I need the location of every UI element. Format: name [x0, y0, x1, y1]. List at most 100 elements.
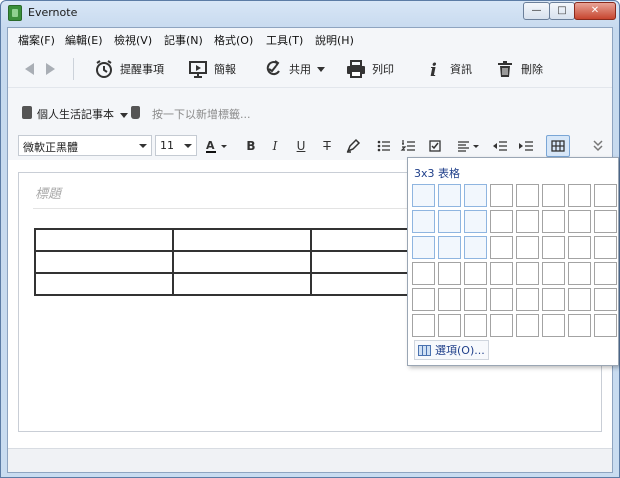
- table-size-cell[interactable]: [542, 288, 565, 311]
- table-size-cell[interactable]: [438, 314, 461, 337]
- table-cell[interactable]: [172, 250, 312, 274]
- table-size-cell[interactable]: [568, 288, 591, 311]
- table-size-cell[interactable]: [594, 210, 617, 233]
- table-cell[interactable]: [34, 272, 174, 296]
- table-size-cell[interactable]: [438, 236, 461, 259]
- printer-icon: [346, 59, 366, 79]
- table-size-cell[interactable]: [516, 262, 539, 285]
- table-size-cell[interactable]: [542, 210, 565, 233]
- strikethrough-button[interactable]: T: [318, 137, 336, 155]
- table-size-cell[interactable]: [464, 314, 487, 337]
- share-button[interactable]: 共用: [263, 58, 325, 80]
- table-size-cell[interactable]: [594, 236, 617, 259]
- table-cell[interactable]: [172, 272, 312, 296]
- menu-note[interactable]: 記事(N): [164, 32, 203, 48]
- font-size-select[interactable]: 11: [155, 135, 197, 156]
- table-size-cell[interactable]: [594, 184, 617, 207]
- numbered-list-button[interactable]: [400, 137, 418, 155]
- table-cell[interactable]: [34, 250, 174, 274]
- font-color-button[interactable]: A: [204, 137, 230, 155]
- table-cell[interactable]: [34, 228, 174, 252]
- table-size-cell[interactable]: [412, 210, 435, 233]
- table-size-cell[interactable]: [516, 288, 539, 311]
- numbered-list-icon: [400, 140, 415, 151]
- align-button[interactable]: [455, 137, 483, 155]
- table-size-cell[interactable]: [542, 184, 565, 207]
- table-size-cell[interactable]: [568, 184, 591, 207]
- present-button[interactable]: 簡報: [188, 58, 236, 80]
- maximize-button[interactable]: □: [549, 2, 575, 20]
- table-size-cell[interactable]: [412, 288, 435, 311]
- table-size-cell[interactable]: [464, 184, 487, 207]
- table-size-cell[interactable]: [542, 262, 565, 285]
- table-size-cell[interactable]: [594, 314, 617, 337]
- table-size-cell[interactable]: [594, 262, 617, 285]
- info-button[interactable]: i 資訊: [424, 58, 472, 81]
- reminder-label: 提醒事項: [120, 63, 164, 76]
- menu-file[interactable]: 檔案(F): [18, 32, 55, 48]
- table-size-cell[interactable]: [438, 288, 461, 311]
- table-size-cell[interactable]: [464, 210, 487, 233]
- italic-button[interactable]: I: [266, 137, 284, 155]
- font-family-select[interactable]: 微軟正黑體: [18, 135, 152, 156]
- menu-edit[interactable]: 編輯(E): [65, 32, 103, 48]
- menu-view[interactable]: 檢視(V): [114, 32, 152, 48]
- more-format-button[interactable]: [589, 137, 607, 155]
- table-size-cell[interactable]: [490, 184, 513, 207]
- table-size-cell[interactable]: [542, 236, 565, 259]
- checkbox-button[interactable]: [426, 137, 444, 155]
- bold-button[interactable]: B: [242, 137, 260, 155]
- highlight-button[interactable]: [344, 137, 362, 155]
- back-arrow-icon[interactable]: [25, 63, 34, 75]
- table-size-cell[interactable]: [412, 184, 435, 207]
- menu-tools[interactable]: 工具(T): [266, 32, 303, 48]
- checkbox-icon: [429, 140, 441, 152]
- table-size-cell[interactable]: [568, 210, 591, 233]
- table-size-cell[interactable]: [464, 262, 487, 285]
- insert-table-button[interactable]: [546, 135, 570, 157]
- table-size-cell[interactable]: [464, 236, 487, 259]
- table-options-button[interactable]: 選項(O)...: [414, 340, 489, 360]
- table-size-cell[interactable]: [490, 210, 513, 233]
- table-size-cell[interactable]: [438, 262, 461, 285]
- note-title-input[interactable]: 標題: [35, 183, 61, 202]
- table-size-cell[interactable]: [568, 236, 591, 259]
- table-size-cell[interactable]: [490, 262, 513, 285]
- table-size-cell[interactable]: [568, 314, 591, 337]
- table-size-cell[interactable]: [516, 314, 539, 337]
- table-size-cell[interactable]: [464, 288, 487, 311]
- menu-help[interactable]: 說明(H): [315, 32, 354, 48]
- print-button[interactable]: 列印: [346, 58, 394, 80]
- menu-format[interactable]: 格式(O): [214, 32, 253, 48]
- table-size-cell[interactable]: [516, 236, 539, 259]
- table-size-cell[interactable]: [516, 210, 539, 233]
- table-size-cell[interactable]: [490, 288, 513, 311]
- table-cell[interactable]: [172, 228, 312, 252]
- table-size-cell[interactable]: [542, 314, 565, 337]
- table-size-cell[interactable]: [568, 262, 591, 285]
- forward-arrow-icon[interactable]: [46, 63, 55, 75]
- table-size-cell[interactable]: [412, 314, 435, 337]
- close-button[interactable]: ✕: [574, 2, 616, 20]
- share-dropdown-icon[interactable]: [317, 66, 325, 72]
- table-size-cell[interactable]: [412, 262, 435, 285]
- indent-button[interactable]: [517, 137, 535, 155]
- table-size-cell[interactable]: [438, 210, 461, 233]
- delete-button[interactable]: 刪除: [495, 58, 543, 80]
- tag-input[interactable]: 按一下以新增標籤...: [152, 106, 251, 122]
- share-label: 共用: [289, 63, 311, 76]
- table-size-cell[interactable]: [516, 184, 539, 207]
- note-table[interactable]: [34, 228, 450, 296]
- underline-button[interactable]: U: [292, 137, 310, 155]
- minimize-button[interactable]: —: [523, 2, 550, 20]
- notebook-selector[interactable]: 個人生活記事本: [37, 106, 128, 122]
- table-size-cell[interactable]: [490, 314, 513, 337]
- table-size-cell[interactable]: [412, 236, 435, 259]
- table-size-cell[interactable]: [438, 184, 461, 207]
- table-size-cell[interactable]: [594, 288, 617, 311]
- bullet-list-button[interactable]: [375, 137, 393, 155]
- evernote-logo-icon: [8, 5, 22, 21]
- outdent-button[interactable]: [491, 137, 509, 155]
- table-size-cell[interactable]: [490, 236, 513, 259]
- reminder-button[interactable]: 提醒事項: [94, 58, 164, 80]
